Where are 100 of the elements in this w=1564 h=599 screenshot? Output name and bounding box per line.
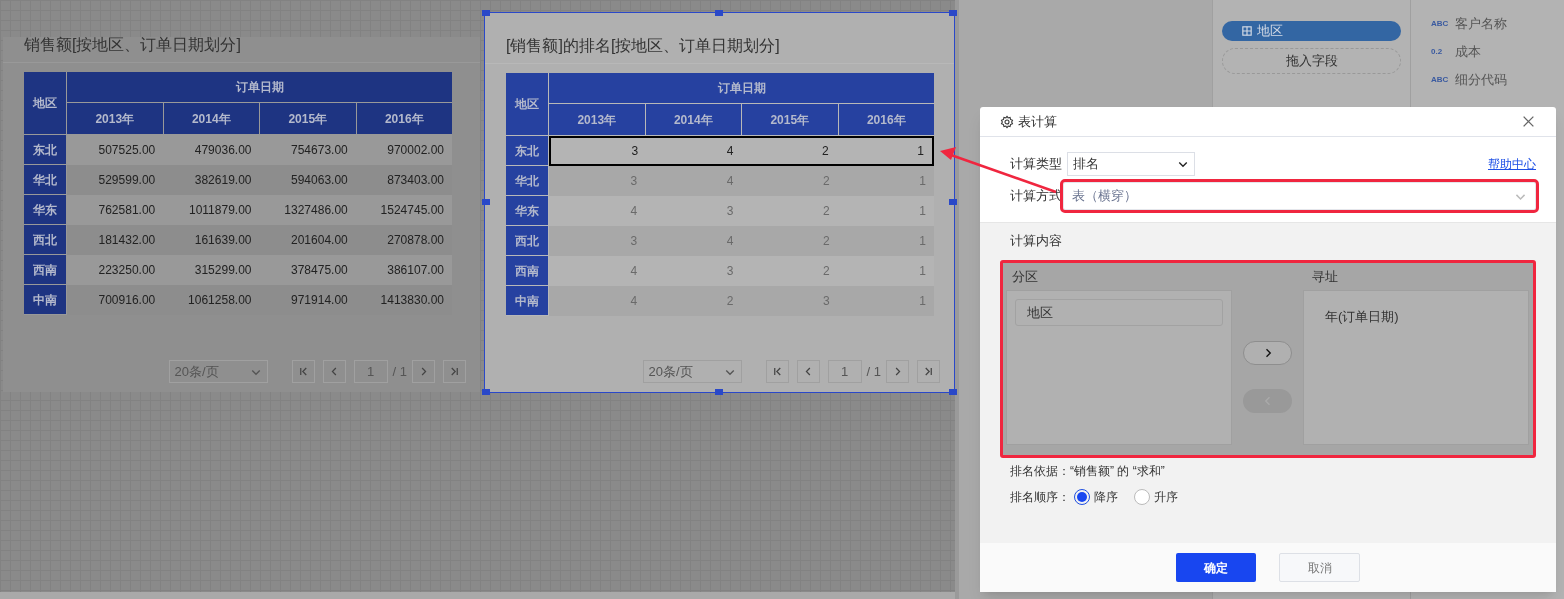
header-cell: 2014年: [645, 104, 742, 136]
table-cell-text: 201604.00: [291, 232, 348, 249]
last-page-icon: [449, 366, 460, 377]
resize-handle[interactable]: [482, 389, 490, 395]
page-input[interactable]: 1: [827, 360, 862, 383]
table-cell-text: 1413830.00: [380, 292, 444, 309]
table-cell-text: 1: [919, 263, 926, 280]
header-cell: 2016年: [356, 103, 452, 135]
field-item[interactable]: 年(订单日期): [1325, 307, 1528, 327]
header-cell: 2016年: [838, 104, 934, 136]
next-page-button[interactable]: [886, 360, 909, 383]
next-page-button[interactable]: [412, 360, 435, 383]
table-cell-text: 386107.00: [387, 262, 444, 279]
table-cell-text: 1: [919, 293, 926, 310]
cancel-button[interactable]: 取消: [1279, 553, 1360, 582]
resize-handle[interactable]: [949, 199, 957, 205]
table-cell-text: 1061258.00: [188, 292, 252, 309]
header-cell: 2015年: [260, 103, 357, 135]
row-header-cell: 西南: [24, 255, 67, 285]
table-cell-text: 4: [630, 293, 638, 310]
table-cell-text: 3: [726, 263, 734, 280]
table-cell-text: 1: [917, 143, 924, 160]
field-label: 计算类型: [1010, 155, 1062, 174]
calc-type-select[interactable]: 排名: [1067, 152, 1195, 176]
table-cell-text: 270878.00: [387, 232, 444, 249]
help-link[interactable]: 帮助中心: [1488, 155, 1536, 173]
table-cell-text: 1: [919, 173, 926, 190]
row-header-cell: 西北: [24, 225, 67, 255]
radio-option[interactable]: 降序: [1074, 488, 1118, 506]
table-cell-text: 529599.00: [98, 172, 156, 189]
section-label: 计算内容: [1010, 232, 1063, 250]
first-page-button[interactable]: [765, 360, 789, 383]
field-name[interactable]: 客户名称: [1455, 14, 1507, 34]
row-header-cell: 华东: [24, 195, 67, 225]
pane-label: 寻址: [1312, 267, 1338, 286]
table-cell-text: 762581.00: [98, 202, 156, 219]
row-header-cell: 西北: [506, 226, 549, 256]
field-name[interactable]: 成本: [1455, 42, 1481, 62]
table-cell-text: 1011879.00: [189, 202, 252, 219]
header-cell: 2013年: [549, 104, 646, 136]
page-size-select[interactable]: 20条/页: [642, 360, 742, 383]
page-total: / 1: [392, 362, 407, 381]
row-header-cell: 东北: [506, 136, 549, 166]
field-name[interactable]: 细分代码: [1455, 70, 1507, 90]
row-header-cell: 中南: [24, 285, 67, 315]
table-cell-text: 971914.00: [291, 292, 348, 309]
table-cell-text: 315299.00: [194, 262, 252, 279]
first-page-icon: [771, 366, 783, 377]
table-cell-text: 181432.00: [98, 232, 156, 249]
radio-option[interactable]: 升序: [1134, 488, 1178, 506]
header-cell: 地区: [24, 72, 67, 135]
resize-handle[interactable]: [949, 10, 957, 16]
table-cell-text: 4: [630, 263, 638, 280]
table-cell-text: 1: [919, 203, 926, 220]
table-cell-text: 3: [630, 233, 638, 250]
table-cell-text: 2: [822, 143, 829, 160]
row-header-cell: 华北: [506, 166, 549, 196]
rank-basis-text: 排名依据：“销售额” 的 “求和”: [1010, 463, 1166, 480]
table-cell-text: 3: [631, 143, 639, 160]
header-cell: 2015年: [742, 104, 839, 136]
table-cell-text: 594063.00: [291, 172, 348, 189]
header-cell: 订单日期: [67, 72, 452, 103]
pane-label: 分区: [1012, 267, 1039, 286]
last-page-button[interactable]: [443, 360, 466, 383]
table-cell-text: 970002.00: [387, 142, 444, 159]
resize-handle[interactable]: [949, 389, 957, 395]
first-page-button[interactable]: [291, 360, 315, 383]
field-item[interactable]: 地区: [1015, 299, 1223, 326]
prev-page-button[interactable]: [322, 360, 346, 383]
table-cell-text: 3: [726, 203, 734, 220]
move-right-button[interactable]: [1243, 341, 1292, 365]
chart-title: 销售额[按地区、订单日期划分]: [24, 35, 241, 55]
table-cell-text: 4: [726, 143, 734, 160]
row-header-cell: 华东: [506, 196, 549, 226]
confirm-button[interactable]: 确定: [1176, 553, 1256, 582]
last-page-button[interactable]: [917, 360, 940, 383]
field-type-label: ABC: [1431, 74, 1447, 86]
table-cell-text: 1524745.00: [380, 202, 444, 219]
header-cell: 订单日期: [549, 73, 934, 104]
table-cell-text: 4: [630, 203, 638, 220]
dialog-title: 表计算: [1018, 112, 1057, 131]
table-cell-text: 378475.00: [291, 262, 348, 279]
last-page-icon: [923, 366, 934, 377]
header-cell: 地区: [506, 73, 549, 136]
table-cell-text: 2: [823, 173, 830, 190]
table-cell-text: 1327486.00: [284, 202, 348, 219]
resize-handle[interactable]: [715, 389, 723, 395]
resize-handle[interactable]: [715, 10, 723, 16]
table-cell-text: 4: [726, 233, 734, 250]
resize-handle[interactable]: [482, 10, 490, 16]
page-total: / 1: [866, 362, 881, 381]
field-chip[interactable]: 地区: [1222, 21, 1401, 41]
header-cell: 2014年: [163, 103, 260, 135]
table-cell-text: 2: [823, 203, 830, 220]
resize-handle[interactable]: [482, 199, 490, 205]
table-cell-text: 3: [630, 173, 638, 190]
prev-page-button[interactable]: [796, 360, 820, 383]
table-cell-text: 161639.00: [194, 232, 252, 249]
calc-method-field[interactable]: 表（横穿）: [1063, 182, 1536, 210]
close-icon: [1521, 115, 1535, 128]
